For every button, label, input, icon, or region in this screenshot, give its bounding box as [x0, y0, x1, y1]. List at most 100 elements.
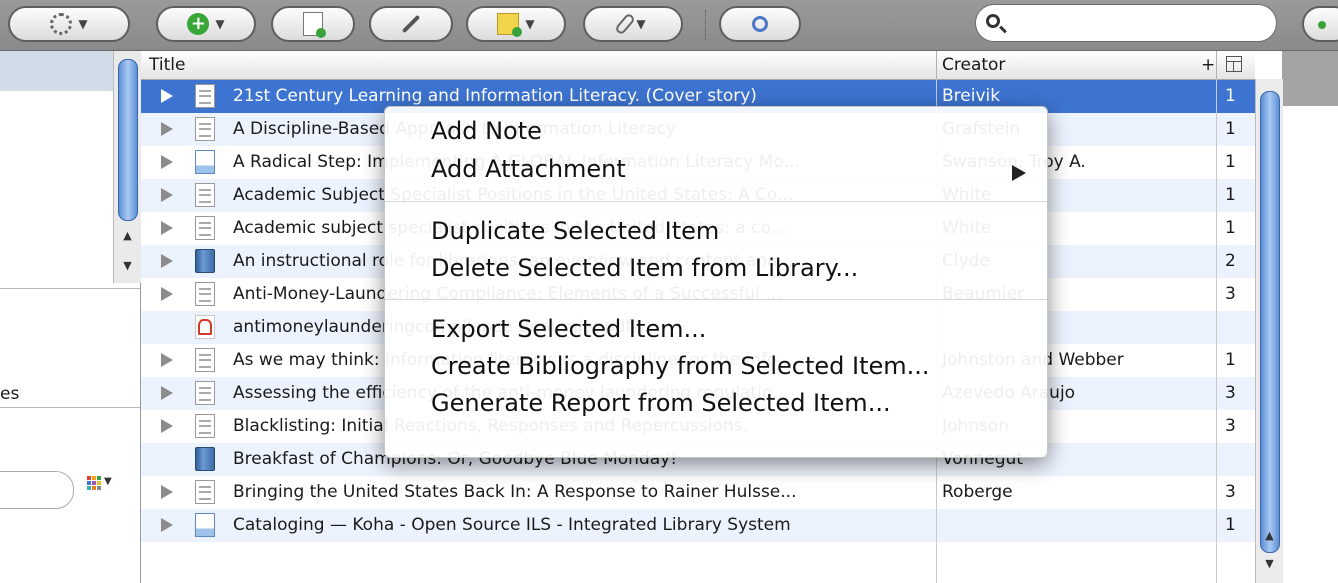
tag-actions-grid-icon[interactable] — [87, 476, 101, 490]
add-by-identifier-button[interactable] — [369, 6, 453, 42]
pdf-item-icon — [195, 315, 215, 339]
disclosure-triangle-icon[interactable] — [161, 122, 173, 136]
items-scrollbar[interactable]: ▲ ▼ — [1255, 79, 1283, 583]
pane-divider — [0, 407, 140, 408]
collections-pane: ▲ ▼ es ▼ — [0, 51, 141, 583]
disclosure-triangle-icon[interactable] — [161, 155, 173, 169]
chevron-down-icon: ▼ — [525, 17, 535, 31]
article-item-icon — [195, 216, 215, 240]
table-row[interactable]: Cataloging — Koha - Open Source ILS - In… — [141, 509, 1255, 542]
toolbar: ▼ + ▼ ▼ ▼ — [0, 0, 1338, 51]
scrollbar-thumb[interactable] — [1260, 91, 1280, 553]
document-add-icon — [303, 12, 326, 38]
menu-item-add-note[interactable]: Add Note — [431, 115, 542, 147]
add-attachment-button[interactable]: ▼ — [583, 6, 683, 42]
tag-color-swatch — [92, 481, 96, 485]
disclosure-triangle-icon[interactable] — [161, 89, 173, 103]
disclosure-triangle-icon[interactable] — [161, 188, 173, 202]
tag-color-swatch — [87, 481, 91, 485]
search-input[interactable] — [1012, 11, 1256, 37]
disclosure-triangle-icon[interactable] — [161, 518, 173, 532]
column-separator — [936, 51, 937, 79]
row-child-count: 2 — [1225, 251, 1236, 271]
book-item-icon — [195, 249, 215, 273]
row-child-count: 1 — [1225, 350, 1236, 370]
note-add-icon — [497, 13, 523, 37]
disclosure-triangle-icon[interactable] — [161, 485, 173, 499]
article-item-icon — [195, 348, 215, 372]
row-creator: Roberge — [942, 482, 1013, 502]
row-child-count: 1 — [1225, 119, 1236, 139]
tag-filter-input[interactable] — [0, 471, 74, 509]
new-item-from-file-button[interactable] — [271, 6, 355, 42]
tag-color-swatch — [97, 481, 101, 485]
row-creator: Breivik — [942, 86, 1001, 106]
tag-color-swatch — [97, 486, 101, 490]
chevron-down-icon: ▼ — [78, 17, 88, 31]
scroll-down-arrow-icon[interactable]: ▼ — [114, 259, 141, 272]
new-item-button[interactable]: + ▼ — [156, 6, 256, 42]
chevron-down-icon[interactable]: ▼ — [104, 476, 112, 487]
column-picker-icon[interactable] — [1226, 56, 1242, 72]
search-box[interactable] — [975, 4, 1277, 42]
menu-item-add-attachment[interactable]: Add Attachment — [431, 153, 626, 185]
row-child-count: 3 — [1225, 416, 1236, 436]
tag-color-swatch — [97, 476, 101, 480]
column-header-creator[interactable]: Creator — [942, 55, 1005, 75]
paperclip-icon — [614, 12, 637, 36]
new-note-button[interactable]: ▼ — [466, 6, 566, 42]
menu-item-delete-selected-item[interactable]: Delete Selected Item from Library... — [431, 252, 858, 284]
row-title: Cataloging — Koha - Open Source ILS - In… — [233, 515, 791, 535]
article-item-icon — [195, 282, 215, 306]
pane-divider — [0, 288, 140, 289]
row-child-count: 1 — [1225, 152, 1236, 172]
tag-color-swatch — [92, 486, 96, 490]
menu-item-create-bibliography[interactable]: Create Bibliography from Selected Item..… — [431, 350, 930, 382]
tag-color-swatch — [87, 486, 91, 490]
row-child-count: 1 — [1225, 86, 1236, 106]
toolbar-extension — [1282, 51, 1338, 106]
row-child-count: 3 — [1225, 482, 1236, 502]
disclosure-triangle-icon[interactable] — [161, 386, 173, 400]
disclosure-triangle-icon[interactable] — [161, 221, 173, 235]
tag-color-swatch — [92, 476, 96, 480]
webpage-item-icon — [195, 513, 215, 537]
scroll-up-arrow-icon[interactable]: ▲ — [1256, 529, 1283, 542]
table-row[interactable]: Bringing the United States Back In: A Re… — [141, 476, 1255, 509]
scroll-down-arrow-icon[interactable]: ▼ — [1256, 557, 1283, 570]
disclosure-triangle-icon[interactable] — [161, 287, 173, 301]
menu-separator — [385, 201, 1047, 202]
disclosure-triangle-icon[interactable] — [161, 254, 173, 268]
article-item-icon — [195, 183, 215, 207]
submenu-arrow-icon — [1012, 165, 1026, 181]
disclosure-triangle-icon[interactable] — [161, 353, 173, 367]
magic-wand-icon — [401, 14, 421, 34]
column-separator — [1216, 51, 1217, 79]
scroll-up-arrow-icon[interactable]: ▲ — [114, 229, 141, 242]
article-item-icon — [195, 84, 215, 108]
collections-scrollbar[interactable]: ▲ ▼ — [113, 51, 141, 283]
advanced-search-button[interactable] — [719, 6, 801, 42]
column-header-title[interactable]: Title — [149, 55, 185, 75]
item-pane — [1282, 106, 1338, 583]
webpage-item-icon — [195, 150, 215, 174]
menu-separator — [385, 299, 1047, 300]
column-separator — [1216, 79, 1217, 583]
menu-item-duplicate-selected-item[interactable]: Duplicate Selected Item — [431, 215, 719, 247]
magnifier-icon — [752, 16, 768, 32]
article-item-icon — [195, 381, 215, 405]
scrollbar-thumb[interactable] — [118, 59, 138, 221]
row-child-count: 3 — [1225, 284, 1236, 304]
column-header-plus[interactable]: + — [1201, 55, 1215, 75]
actions-menu-button[interactable]: ▼ — [8, 6, 130, 42]
disclosure-triangle-icon[interactable] — [161, 419, 173, 433]
row-title: 21st Century Learning and Information Li… — [233, 86, 757, 106]
menu-item-generate-report[interactable]: Generate Report from Selected Item... — [431, 387, 891, 419]
sync-button[interactable] — [1302, 6, 1338, 42]
menu-item-export-selected-item[interactable]: Export Selected Item... — [431, 313, 706, 345]
selected-collection[interactable] — [0, 51, 113, 91]
row-child-count: 1 — [1225, 515, 1236, 535]
article-item-icon — [195, 117, 215, 141]
article-item-icon — [195, 414, 215, 438]
chevron-down-icon: ▼ — [636, 17, 646, 31]
